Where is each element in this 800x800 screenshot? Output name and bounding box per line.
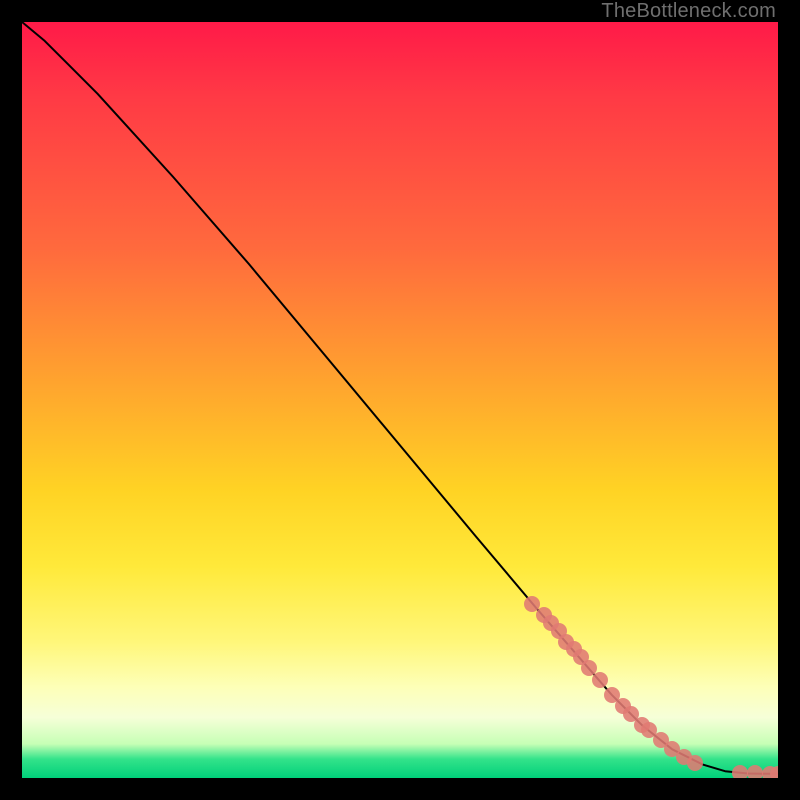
- data-point: [732, 765, 748, 778]
- data-point: [747, 765, 763, 778]
- data-point: [770, 766, 778, 778]
- plot-area: [22, 22, 778, 778]
- data-point: [592, 672, 608, 688]
- data-point: [687, 755, 703, 771]
- chart-stage: TheBottleneck.com: [0, 0, 800, 800]
- bottleneck-curve: [22, 22, 778, 778]
- attribution-watermark: TheBottleneck.com: [601, 0, 776, 23]
